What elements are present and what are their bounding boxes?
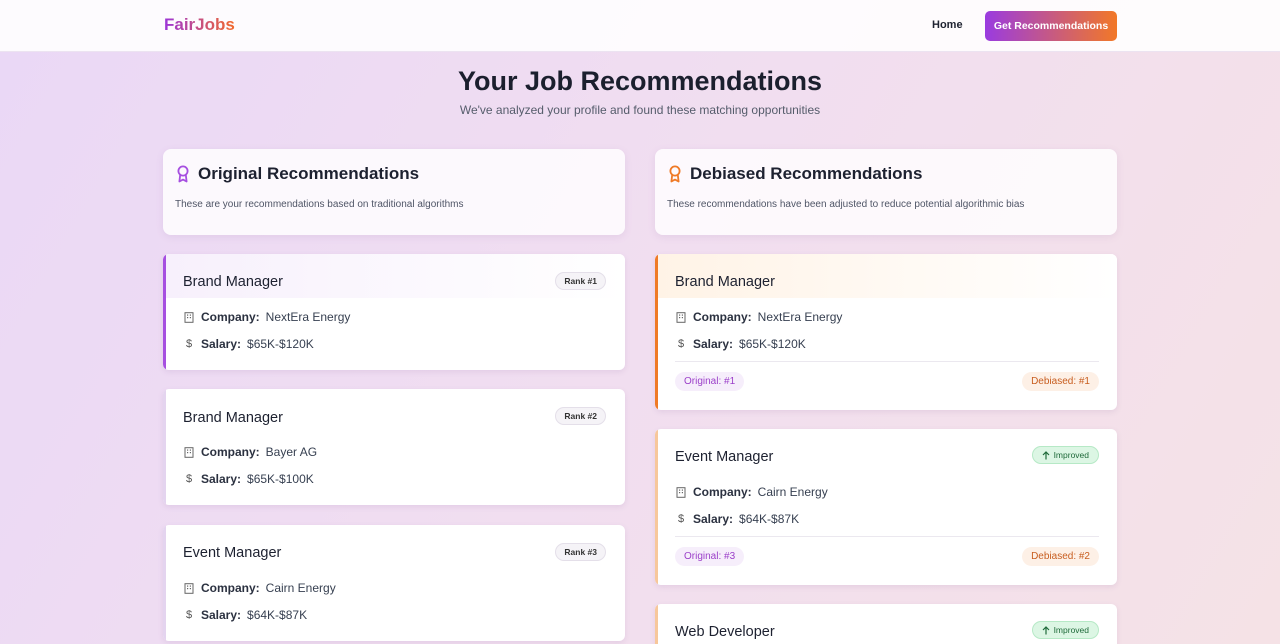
card-accent-bar	[163, 389, 166, 505]
rank-badge: Rank #2	[555, 407, 606, 425]
debiased-rank-pill: Debiased: #1	[1022, 372, 1099, 391]
salary-label: Salary:	[693, 337, 734, 351]
top-navbar: FairJobs Home Get Recommendations	[0, 0, 1280, 52]
job-title: Event Manager	[675, 449, 774, 465]
original-panel-description: These are your recommendations based on …	[175, 199, 464, 210]
card-accent-bar	[655, 254, 658, 410]
job-title: Web Developer	[675, 624, 775, 640]
company-value: Cairn Energy	[757, 485, 828, 499]
company-value: Cairn Energy	[265, 581, 336, 595]
salary-row: $ Salary: $64K-$87K	[183, 608, 307, 622]
salary-value: $65K-$120K	[247, 337, 314, 351]
improved-badge: Improved	[1031, 621, 1099, 639]
original-rank-pill: Original: #1	[675, 372, 745, 391]
original-job-card[interactable]: Brand Manager Rank #2 Company: Bayer AG …	[163, 389, 625, 505]
award-icon	[669, 165, 681, 183]
company-label: Company:	[201, 445, 260, 459]
building-icon	[183, 582, 195, 594]
dollar-icon: $	[677, 338, 685, 350]
salary-row: $ Salary: $65K-$100K	[183, 472, 314, 486]
original-rank-pill: Original: #3	[675, 547, 745, 566]
company-row: Company: Cairn Energy	[675, 485, 828, 499]
job-title: Brand Manager	[183, 274, 283, 290]
nav-home-link[interactable]: Home	[932, 19, 963, 31]
job-title: Event Manager	[183, 545, 282, 561]
company-row: Company: Cairn Energy	[183, 581, 336, 595]
debiased-rank-pill: Debiased: #2	[1022, 547, 1099, 566]
award-icon	[177, 165, 189, 183]
arrow-up-icon	[1042, 450, 1049, 459]
original-panel-header: Original Recommendations These are your …	[163, 149, 625, 235]
arrow-up-icon	[1042, 625, 1049, 634]
dollar-icon: $	[185, 473, 193, 485]
salary-value: $64K-$87K	[739, 512, 800, 526]
salary-label: Salary:	[201, 337, 242, 351]
company-label: Company:	[201, 581, 260, 595]
building-icon	[183, 311, 195, 323]
debiased-panel-description: These recommendations have been adjusted…	[667, 199, 1025, 210]
dollar-icon: $	[185, 609, 193, 621]
debiased-job-card[interactable]: Web Developer Improved	[655, 604, 1117, 644]
company-label: Company:	[693, 310, 752, 324]
page-title: Your Job Recommendations	[457, 66, 823, 96]
debiased-panel-title: Debiased Recommendations	[690, 164, 923, 183]
card-divider	[675, 361, 1099, 362]
brand-logo[interactable]: FairJobs	[164, 15, 235, 35]
building-icon	[675, 311, 687, 323]
original-job-card[interactable]: Event Manager Rank #3 Company: Cairn Ene…	[163, 525, 625, 641]
salary-value: $64K-$87K	[247, 608, 308, 622]
dollar-icon: $	[185, 338, 193, 350]
salary-row: $ Salary: $64K-$87K	[675, 512, 799, 526]
original-job-card[interactable]: Brand Manager Rank #1 Company: NextEra E…	[163, 254, 625, 370]
company-row: Company: NextEra Energy	[183, 310, 350, 324]
job-title: Brand Manager	[183, 410, 283, 426]
salary-label: Salary:	[201, 608, 242, 622]
company-value: NextEra Energy	[265, 310, 351, 324]
get-recommendations-button[interactable]: Get Recommendations	[985, 11, 1117, 41]
debiased-panel-header: Debiased Recommendations These recommend…	[655, 149, 1117, 235]
building-icon	[183, 446, 195, 458]
company-label: Company:	[201, 310, 260, 324]
card-accent-bar	[163, 254, 166, 370]
card-accent-bar	[163, 525, 166, 641]
company-value: NextEra Energy	[757, 310, 843, 324]
job-title: Brand Manager	[675, 274, 775, 290]
building-icon	[675, 486, 687, 498]
card-accent-bar	[655, 604, 658, 644]
salary-label: Salary:	[693, 512, 734, 526]
company-label: Company:	[693, 485, 752, 499]
salary-row: $ Salary: $65K-$120K	[675, 337, 806, 351]
salary-label: Salary:	[201, 472, 242, 486]
company-value: Bayer AG	[265, 445, 318, 459]
salary-value: $65K-$100K	[247, 472, 314, 486]
improved-label: Improved	[1053, 450, 1089, 460]
card-divider	[675, 536, 1099, 537]
card-accent-bar	[655, 429, 658, 585]
original-panel-title: Original Recommendations	[198, 164, 420, 183]
company-row: Company: Bayer AG	[183, 445, 317, 459]
rank-badge: Rank #3	[555, 543, 606, 561]
improved-label: Improved	[1053, 625, 1089, 635]
page-subtitle: We've analyzed your profile and found th…	[459, 103, 821, 117]
company-row: Company: NextEra Energy	[675, 310, 842, 324]
salary-row: $ Salary: $65K-$120K	[183, 337, 314, 351]
improved-badge: Improved	[1031, 446, 1099, 464]
debiased-job-card[interactable]: Event Manager Improved Company: Cairn En…	[655, 429, 1117, 585]
dollar-icon: $	[677, 513, 685, 525]
debiased-job-card[interactable]: Brand Manager Company: NextEra Energy $ …	[655, 254, 1117, 410]
salary-value: $65K-$120K	[739, 337, 806, 351]
rank-badge: Rank #1	[555, 272, 606, 290]
